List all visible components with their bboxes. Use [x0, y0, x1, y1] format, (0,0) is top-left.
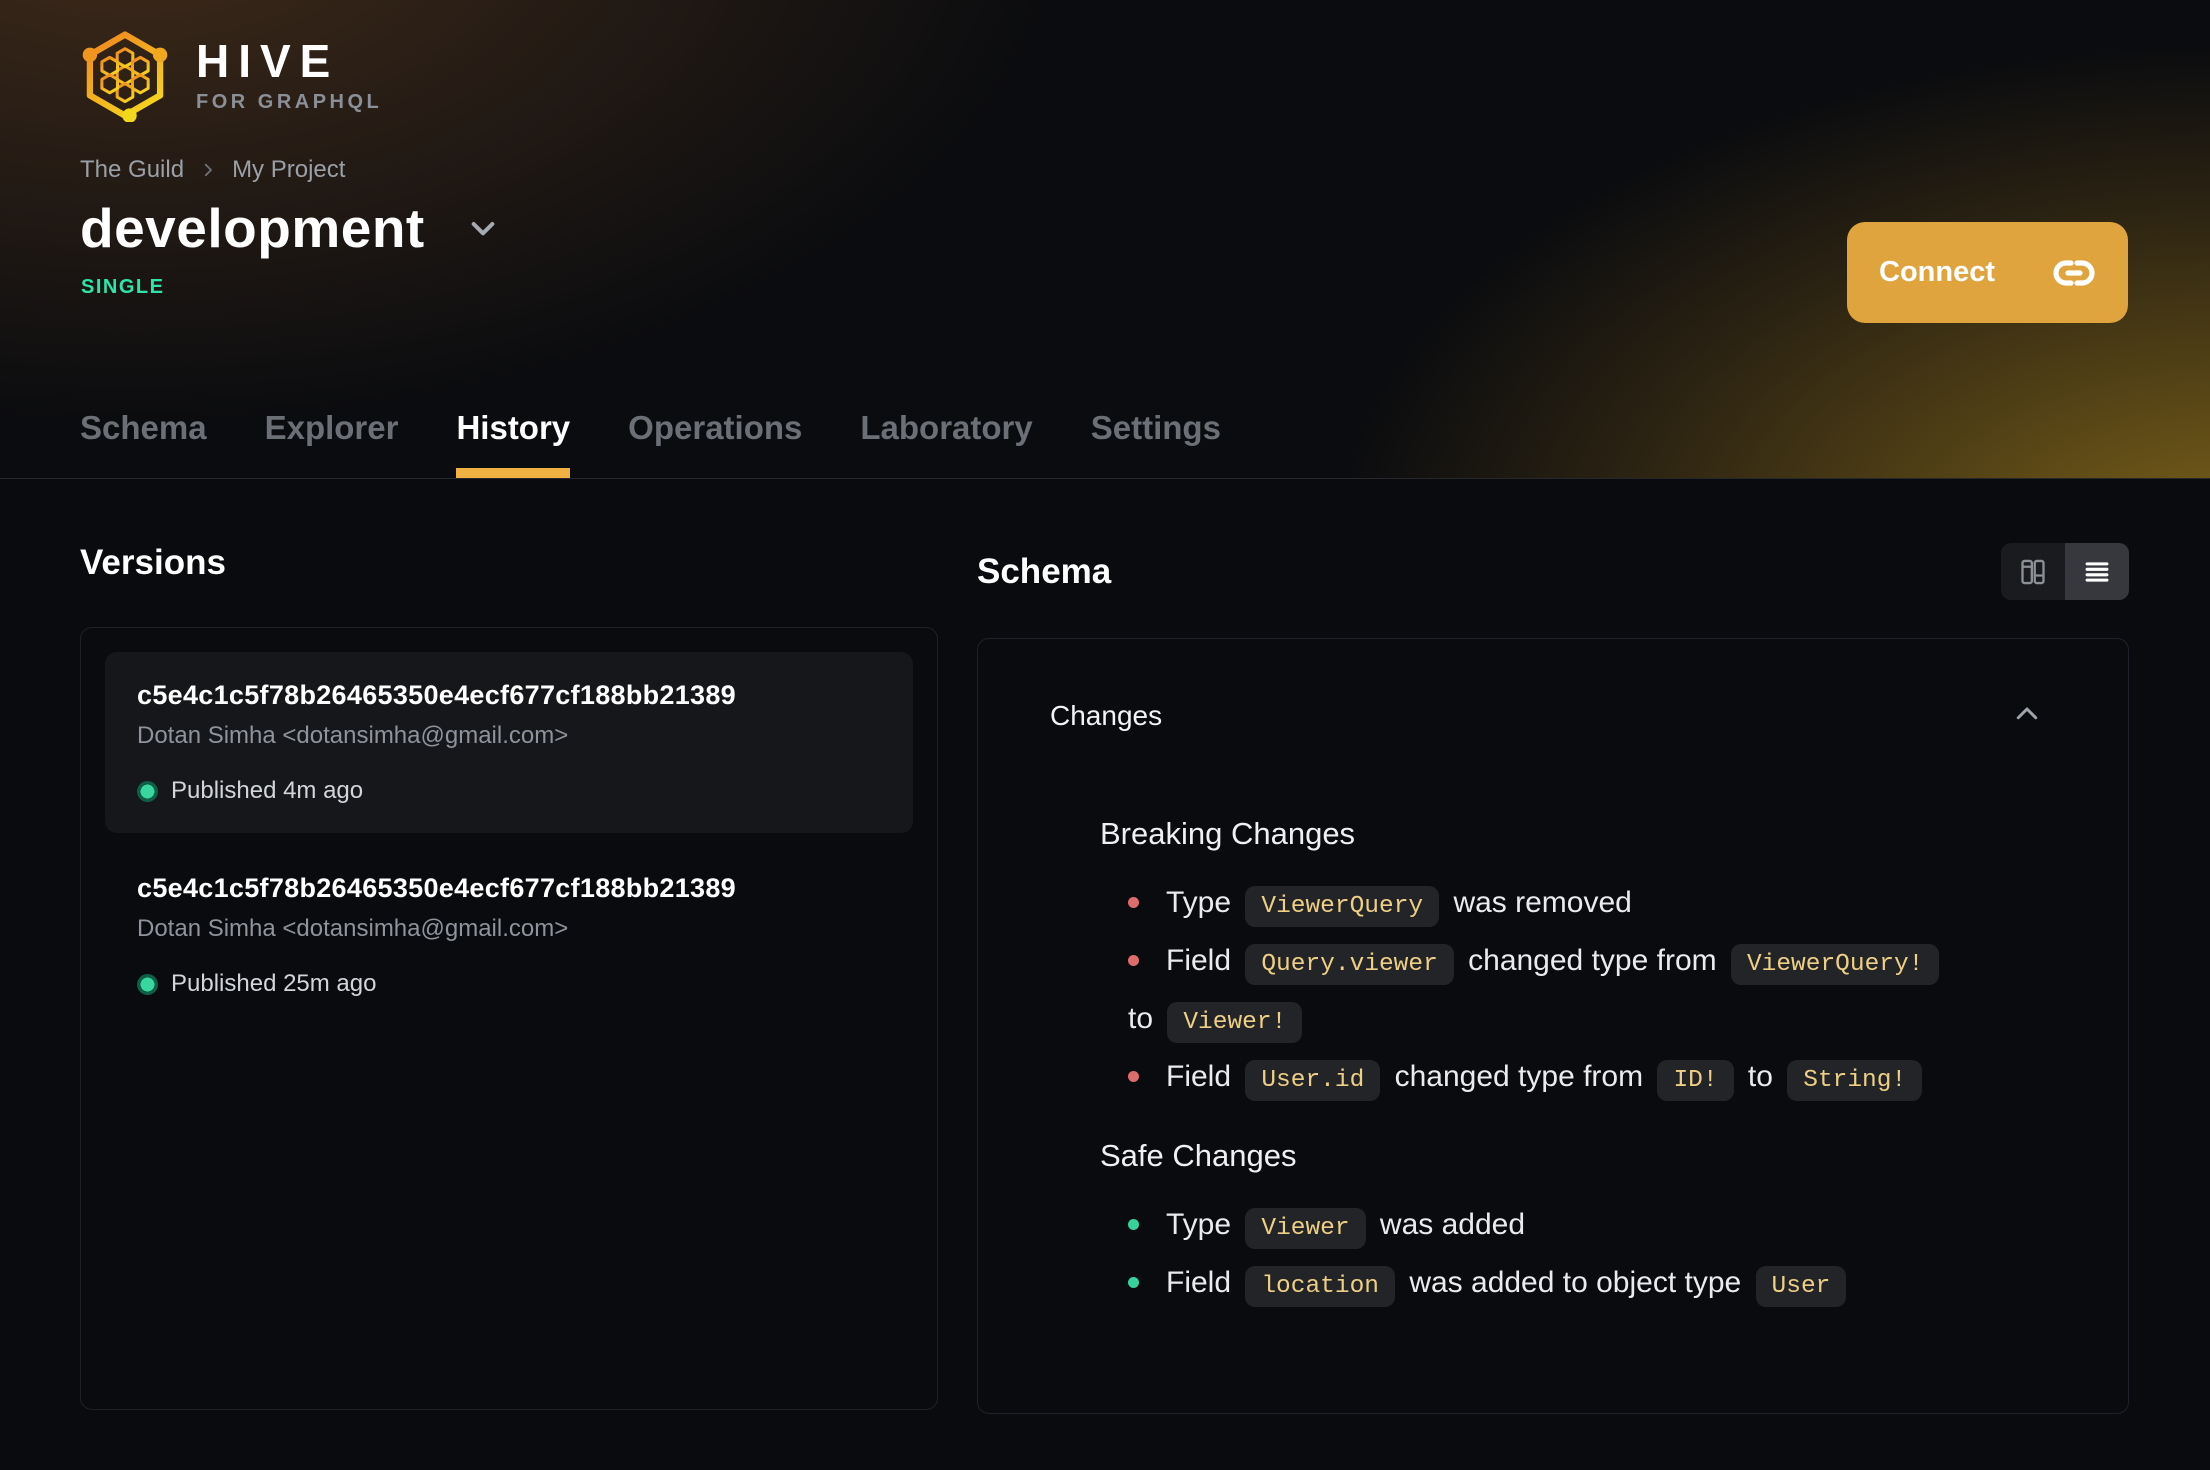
- breadcrumb-org[interactable]: The Guild: [80, 156, 184, 184]
- schema-column: Schema Changes Breaking Changes Type Vie…: [977, 543, 2129, 1414]
- tab-laboratory[interactable]: Laboratory: [860, 409, 1032, 478]
- published-dot-icon: [137, 973, 158, 995]
- change-text: changed type from: [1386, 1060, 1652, 1093]
- version-author: Dotan Simha <dotansimha@gmail.com>: [137, 915, 569, 942]
- safe-changes-list: Type Viewer was added Field location was…: [1100, 1198, 2042, 1314]
- breaking-bullet-icon: [1128, 1070, 1139, 1082]
- hive-logo-icon: [82, 31, 168, 122]
- breaking-changes-list: Type ViewerQuery was removed Field Query…: [1100, 876, 2042, 1108]
- change-text: Type: [1166, 886, 1240, 919]
- breaking-bullet-icon: [1128, 954, 1139, 966]
- change-text: Type: [1166, 1208, 1240, 1241]
- changes-panel-header: Changes: [1050, 699, 2042, 732]
- safe-bullet-icon: [1128, 1276, 1139, 1288]
- changes-title: Changes: [1050, 699, 1163, 731]
- chevron-up-icon: [2016, 707, 2038, 720]
- change-text: Field: [1166, 944, 1240, 977]
- change-text: Field: [1166, 1060, 1240, 1093]
- versions-title: Versions: [80, 543, 226, 582]
- schema-header-row: Schema: [977, 543, 2129, 600]
- change-item: Field Query.viewer changed type from Vie…: [1128, 934, 2042, 1050]
- code-chip: Viewer!: [1167, 1002, 1303, 1043]
- tab-explorer[interactable]: Explorer: [265, 409, 399, 478]
- version-author: Dotan Simha <dotansimha@gmail.com>: [137, 722, 569, 749]
- tab-schema[interactable]: Schema: [80, 409, 207, 478]
- versions-list: c5e4c1c5f78b26465350e4ecf677cf188bb21389…: [80, 627, 938, 1410]
- change-text: Field: [1166, 1266, 1240, 1299]
- breaking-changes-title: Breaking Changes: [1100, 816, 1356, 851]
- code-chip: ID!: [1657, 1060, 1734, 1101]
- versions-column: Versions c5e4c1c5f78b26465350e4ecf677cf1…: [80, 543, 938, 1414]
- schema-title: Schema: [977, 551, 1112, 591]
- brand: HIVE FOR GRAPHQL: [0, 0, 2210, 122]
- version-card[interactable]: c5e4c1c5f78b26465350e4ecf677cf188bb21389…: [105, 652, 913, 833]
- version-card[interactable]: c5e4c1c5f78b26465350e4ecf677cf188bb21389…: [105, 845, 913, 1026]
- code-chip: location: [1245, 1266, 1395, 1307]
- target-name: development: [80, 197, 425, 259]
- code-chip: ViewerQuery: [1245, 886, 1440, 927]
- columns-view-button[interactable]: [2001, 543, 2065, 600]
- change-text: was added: [1371, 1208, 1526, 1241]
- code-chip: String!: [1787, 1060, 1923, 1101]
- change-text: was removed: [1445, 886, 1632, 919]
- columns-icon: [2021, 559, 2045, 584]
- brand-tagline: FOR GRAPHQL: [196, 91, 383, 113]
- safe-changes-title: Safe Changes: [1100, 1138, 1297, 1173]
- safe-bullet-icon: [1128, 1218, 1139, 1230]
- tab-settings[interactable]: Settings: [1091, 409, 1221, 478]
- version-status-label: Published 25m ago: [171, 970, 377, 997]
- brand-name: HIVE: [196, 35, 340, 87]
- code-chip: Query.viewer: [1245, 944, 1454, 985]
- breaking-bullet-icon: [1128, 896, 1139, 908]
- connect-button[interactable]: Connect: [1847, 222, 2128, 323]
- change-item: Type Viewer was added: [1128, 1198, 2042, 1256]
- version-status: Published 4m ago: [137, 777, 881, 805]
- code-chip: ViewerQuery!: [1730, 944, 1940, 985]
- change-item: Field User.id changed type from ID! to S…: [1128, 1050, 2042, 1108]
- change-item: Field location was added to object type …: [1128, 1256, 2042, 1314]
- collapse-button[interactable]: [2012, 699, 2042, 732]
- code-chip: User: [1755, 1266, 1847, 1307]
- list-icon: [2085, 561, 2109, 582]
- chevron-down-icon[interactable]: [467, 212, 499, 244]
- chevron-right-icon: [204, 163, 212, 177]
- version-status-label: Published 4m ago: [171, 777, 364, 804]
- version-hash: c5e4c1c5f78b26465350e4ecf677cf188bb21389: [137, 680, 736, 710]
- change-item: Type ViewerQuery was removed: [1128, 876, 2042, 934]
- code-chip: User.id: [1245, 1060, 1381, 1101]
- changes-body: Breaking Changes Type ViewerQuery was re…: [1050, 816, 2042, 1314]
- change-text: to: [1739, 1060, 1782, 1093]
- version-hash: c5e4c1c5f78b26465350e4ecf677cf188bb21389: [137, 873, 736, 903]
- changes-panel: Changes Breaking Changes Type ViewerQuer…: [977, 638, 2129, 1414]
- tab-history[interactable]: History: [456, 409, 570, 478]
- change-text: was added to object type: [1400, 1266, 1750, 1299]
- tab-bar: Schema Explorer History Operations Labor…: [80, 409, 1221, 478]
- breadcrumb-project[interactable]: My Project: [232, 156, 345, 184]
- change-text: changed type from: [1459, 944, 1725, 977]
- main-content: Versions c5e4c1c5f78b26465350e4ecf677cf1…: [0, 543, 2210, 1414]
- code-chip: Viewer: [1245, 1208, 1366, 1249]
- published-dot-icon: [137, 780, 158, 802]
- link-icon: [2053, 259, 2095, 286]
- list-view-button[interactable]: [2065, 543, 2129, 600]
- version-status: Published 25m ago: [137, 970, 881, 998]
- view-mode-toggle: [2001, 543, 2129, 600]
- change-text: to: [1128, 1002, 1162, 1035]
- header: HIVE FOR GRAPHQL The Guild My Project de…: [0, 0, 2210, 479]
- tab-operations[interactable]: Operations: [628, 409, 802, 478]
- connect-label: Connect: [1879, 256, 1995, 288]
- breadcrumb: The Guild My Project: [80, 156, 2210, 184]
